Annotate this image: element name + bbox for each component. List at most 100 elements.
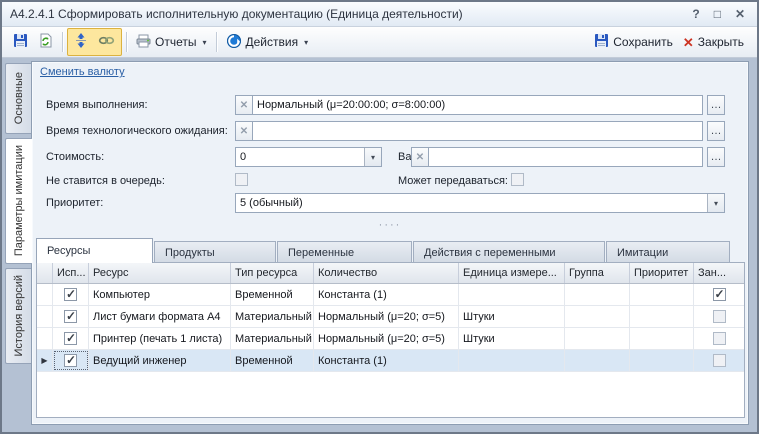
priority-cell[interactable] <box>630 306 694 327</box>
toolbar-separator <box>62 32 63 52</box>
type-cell[interactable]: Временной <box>231 284 314 305</box>
close-dialog-button[interactable]: ✕ Закрыть <box>678 31 749 53</box>
busy-cell[interactable] <box>694 284 744 305</box>
unit-cell[interactable]: Штуки <box>459 328 565 349</box>
used-checkbox[interactable] <box>64 310 77 323</box>
cost-combo[interactable]: 0 ▾ <box>235 147 382 167</box>
refresh-button[interactable] <box>33 29 58 55</box>
quantity-cell[interactable]: Нормальный (μ=20; σ=5) <box>314 306 459 327</box>
header-resource-type[interactable]: Тип ресурса <box>231 263 314 283</box>
type-cell[interactable]: Материальный <box>231 306 314 327</box>
clear-icon[interactable]: ✕ <box>411 147 429 167</box>
group-cell[interactable] <box>565 350 630 371</box>
header-used[interactable]: Исп... <box>53 263 89 283</box>
used-checkbox[interactable] <box>64 354 77 367</box>
help-button[interactable]: ? <box>692 8 699 20</box>
busy-checkbox[interactable] <box>713 310 726 323</box>
tab-variables[interactable]: Переменные <box>277 241 412 263</box>
tab-resources[interactable]: Ресурсы <box>36 238 153 263</box>
dropdown-arrow-icon[interactable]: ▾ <box>707 194 724 212</box>
save-close-label: Сохранить <box>613 35 673 49</box>
sidebar-tab-label: Основные <box>13 62 25 134</box>
actions-button[interactable]: Действия ▾ <box>221 29 314 56</box>
busy-checkbox[interactable] <box>713 332 726 345</box>
execution-time-browse-button[interactable]: … <box>707 95 725 115</box>
link-button[interactable] <box>93 29 120 55</box>
dropdown-arrow-icon[interactable]: ▾ <box>364 148 381 166</box>
busy-cell[interactable] <box>694 350 744 371</box>
table-row[interactable]: Компьютер Временной Константа (1) <box>37 284 744 306</box>
resource-cell[interactable]: Принтер (печать 1 листа) <box>89 328 231 349</box>
clear-icon[interactable]: ✕ <box>235 121 253 141</box>
transferable-label: Может передаваться: <box>398 175 508 187</box>
busy-cell[interactable] <box>694 306 744 327</box>
header-busy[interactable]: Зан... <box>694 263 744 283</box>
quantity-cell[interactable]: Нормальный (μ=20; σ=5) <box>314 328 459 349</box>
refresh-document-icon <box>38 33 53 51</box>
priority-cell[interactable] <box>630 328 694 349</box>
table-row[interactable]: Лист бумаги формата А4 Материальный Норм… <box>37 306 744 328</box>
tab-variable-actions[interactable]: Действия с переменными <box>413 241 605 263</box>
used-cell[interactable] <box>53 306 89 327</box>
resource-cell[interactable]: Ведущий инженер <box>89 350 231 371</box>
splitter-handle[interactable]: ···· <box>379 220 402 231</box>
tech-wait-input[interactable] <box>252 121 703 141</box>
sidebar-tab-version-history[interactable]: История версий <box>5 268 31 364</box>
reports-label: Отчеты <box>155 35 196 49</box>
bottom-tab-strip: Ресурсы Продукты Переменные Действия с п… <box>36 238 731 263</box>
table-row-selected[interactable]: ▶ Ведущий инженер Временной Константа (1… <box>37 350 744 372</box>
type-cell[interactable]: Временной <box>231 350 314 371</box>
table-row[interactable]: Принтер (печать 1 листа) Материальный Но… <box>37 328 744 350</box>
quantity-cell[interactable]: Константа (1) <box>314 350 459 371</box>
tech-wait-field: ✕ <box>235 121 703 141</box>
change-currency-link[interactable]: Сменить валюту <box>40 66 125 78</box>
used-checkbox[interactable] <box>64 288 77 301</box>
group-cell[interactable] <box>565 306 630 327</box>
execution-time-input[interactable]: Нормальный (μ=20:00:00; σ=8:00:00) <box>252 95 703 115</box>
tab-simulations[interactable]: Имитации <box>606 241 730 263</box>
tab-products[interactable]: Продукты <box>154 241 276 263</box>
priority-cell[interactable] <box>630 284 694 305</box>
group-cell[interactable] <box>565 328 630 349</box>
actions-label: Действия <box>246 35 299 49</box>
priority-combo[interactable]: 5 (обычный) ▾ <box>235 193 725 213</box>
used-cell[interactable] <box>53 284 89 305</box>
quantity-cell[interactable]: Константа (1) <box>314 284 459 305</box>
grid-header-row: Исп... Ресурс Тип ресурса Количество Еди… <box>37 263 744 284</box>
reports-button[interactable]: Отчеты ▾ <box>131 30 212 55</box>
group-cell[interactable] <box>565 284 630 305</box>
unit-cell[interactable] <box>459 350 565 371</box>
type-cell[interactable]: Материальный <box>231 328 314 349</box>
busy-checkbox[interactable] <box>713 288 726 301</box>
maximize-button[interactable]: □ <box>714 8 721 20</box>
row-indicator-cell <box>37 306 53 327</box>
sidebar-tab-main[interactable]: Основные <box>5 63 31 134</box>
unit-cell[interactable]: Штуки <box>459 306 565 327</box>
header-group[interactable]: Группа <box>565 263 630 283</box>
resource-cell[interactable]: Компьютер <box>89 284 231 305</box>
currency-input[interactable] <box>428 147 703 167</box>
window-close-button[interactable]: ✕ <box>735 8 745 20</box>
save-and-stay-button[interactable]: Сохранить <box>589 29 678 55</box>
transferable-checkbox[interactable] <box>511 173 524 186</box>
used-cell[interactable] <box>53 328 89 349</box>
header-quantity[interactable]: Количество <box>314 263 459 283</box>
tech-wait-browse-button[interactable]: … <box>707 121 725 141</box>
priority-cell[interactable] <box>630 350 694 371</box>
busy-checkbox[interactable] <box>713 354 726 367</box>
currency-browse-button[interactable]: … <box>707 147 725 167</box>
used-checkbox[interactable] <box>64 332 77 345</box>
row-indicator-cell <box>37 328 53 349</box>
sidebar-tab-simulation-params[interactable]: Параметры имитации <box>5 138 32 264</box>
no-queue-checkbox[interactable] <box>235 173 248 186</box>
used-cell[interactable] <box>53 350 89 371</box>
clear-icon[interactable]: ✕ <box>235 95 253 115</box>
header-resource[interactable]: Ресурс <box>89 263 231 283</box>
header-unit[interactable]: Единица измере... <box>459 263 565 283</box>
header-priority[interactable]: Приоритет <box>630 263 694 283</box>
busy-cell[interactable] <box>694 328 744 349</box>
unit-cell[interactable] <box>459 284 565 305</box>
save-button[interactable] <box>8 29 33 55</box>
resource-cell[interactable]: Лист бумаги формата А4 <box>89 306 231 327</box>
expand-collapse-button[interactable] <box>69 29 93 55</box>
